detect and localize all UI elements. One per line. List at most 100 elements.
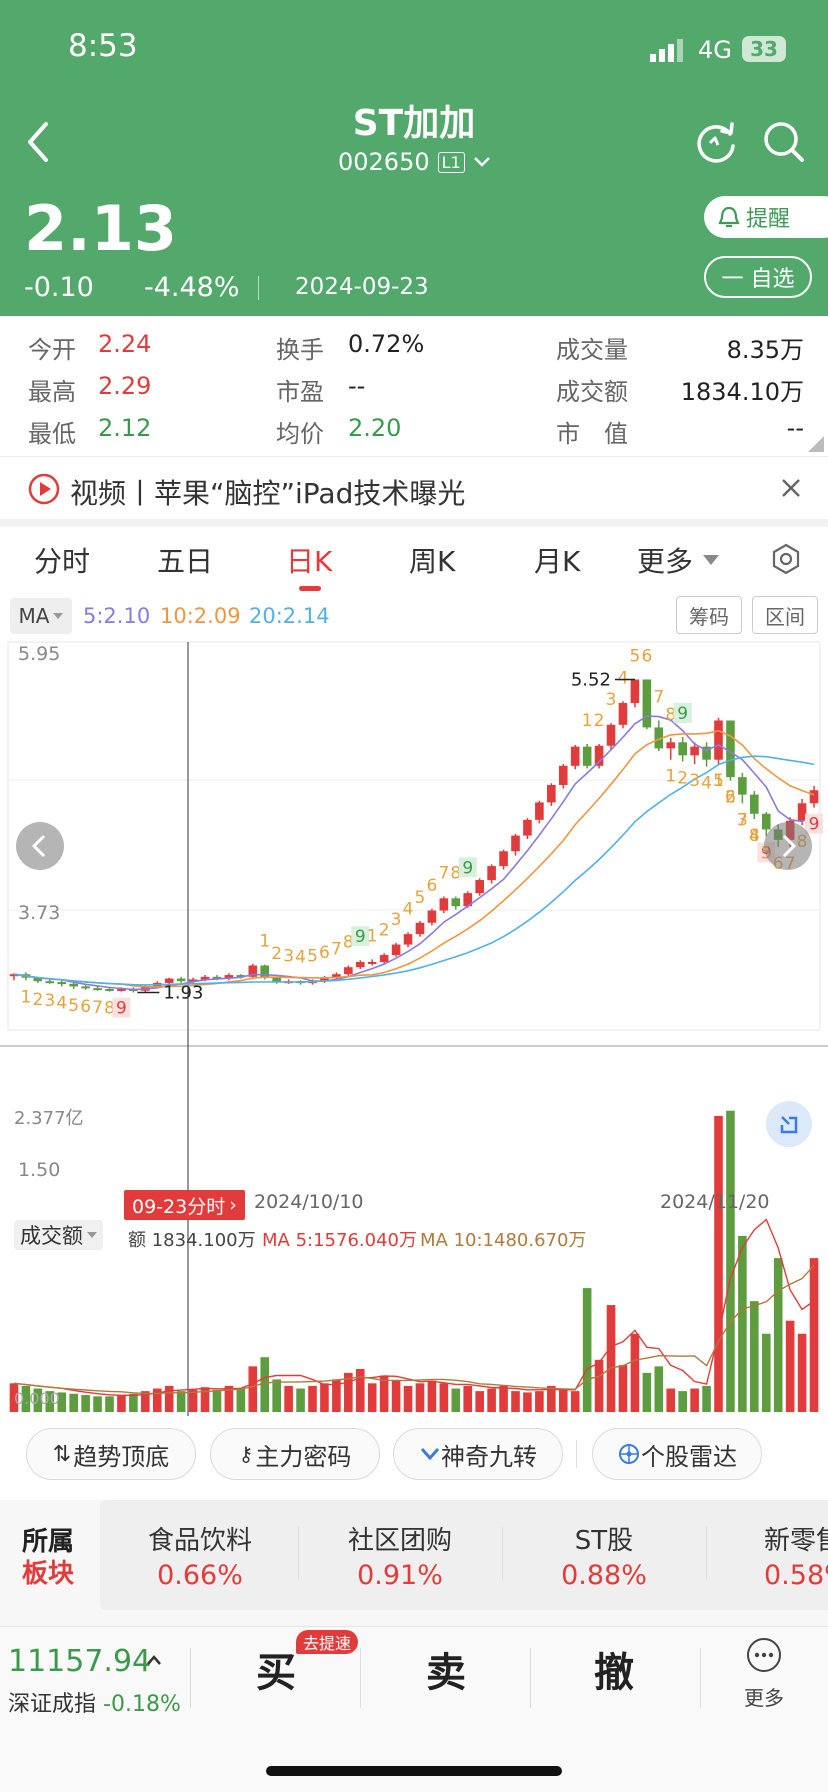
tab-monthly-k[interactable]: 月K	[534, 540, 580, 580]
divider	[706, 1527, 707, 1579]
volume-bar	[487, 1388, 496, 1412]
candle-body	[714, 720, 723, 760]
volume-bar	[176, 1391, 186, 1412]
cursor-date-label: 09-23分时	[132, 1195, 226, 1218]
volume-bar	[248, 1366, 258, 1412]
y-tick-label: 1.50	[18, 1159, 60, 1181]
tab-more-label: 更多	[637, 545, 694, 578]
news-banner[interactable]: 视频丨苹果“脑控”iPad技术曝光	[0, 457, 828, 519]
volume-bar	[129, 1393, 138, 1412]
network-type: 4G	[698, 36, 732, 64]
sector-pct: 0.58%	[764, 1560, 828, 1591]
volume-bar	[738, 1235, 747, 1412]
turnover-value: 0.72%	[348, 330, 425, 358]
mcap-value: --	[786, 414, 804, 442]
avg-label: 均价	[276, 420, 324, 448]
settings-icon[interactable]	[770, 543, 802, 575]
triangle-down-icon	[703, 555, 720, 565]
main-force-code-button[interactable]: ⚷ 主力密码	[210, 1428, 380, 1480]
volume-bar	[785, 1320, 795, 1412]
volume-bar	[761, 1333, 771, 1412]
nine-turn-label: 3	[737, 810, 748, 830]
tab-weekly-k[interactable]: 周K	[409, 540, 455, 580]
candle-body	[105, 989, 114, 992]
nine-turn-label: 6	[319, 943, 330, 963]
nine-turn-label: 4	[749, 826, 760, 846]
trend-top-bottom-button[interactable]: ⇅ 趋势顶底	[26, 1428, 196, 1480]
candle-body	[547, 784, 556, 803]
search-icon[interactable]	[762, 120, 806, 164]
volume-bar	[714, 1115, 723, 1412]
sector-item-st[interactable]: ST股 0.88%	[504, 1500, 704, 1610]
volume-bar	[797, 1333, 807, 1412]
chevron-right-icon	[782, 834, 797, 858]
nine-turn-label: 5	[629, 646, 640, 666]
stock-radar-button[interactable]: 个股雷达	[592, 1428, 762, 1480]
chart-next-button[interactable]	[764, 822, 812, 870]
divider	[700, 1648, 701, 1708]
volume-bar	[260, 1357, 270, 1412]
index-ticker[interactable]: 11157.94 深证成指 -0.18%	[8, 1640, 188, 1720]
level-badge: L1	[437, 151, 465, 173]
candle-body	[630, 679, 640, 704]
chart-prev-button[interactable]	[16, 822, 64, 870]
pe-value: --	[348, 372, 366, 400]
kline-chart[interactable]: 1 2 3 4 5 6 7 8 912 3 4 5 6 7 8 9 1 234567 8 91 2345 678 91 2 3 4…	[0, 590, 828, 1416]
mcap-label: 市 值	[556, 420, 628, 448]
nine-turn-label: 3	[44, 991, 55, 1011]
y-tick-label: 3.73	[18, 902, 60, 924]
candle-body	[726, 720, 735, 778]
candle-body	[439, 898, 449, 911]
current-price: 2.13	[24, 192, 177, 265]
magic-nine-button[interactable]: 神奇九转	[393, 1428, 563, 1480]
volume-bar	[93, 1396, 102, 1412]
nine-turn-label: 2	[379, 920, 390, 940]
more-button[interactable]: 更多	[724, 1636, 804, 1716]
stock-code-selector[interactable]: 002650 L1	[338, 148, 491, 176]
nine-turn-label: 7	[438, 864, 449, 884]
nine-turn-label: 1	[582, 711, 593, 731]
low-value: 2.12	[98, 414, 152, 442]
sector-item-new-retail[interactable]: 新零售 0.58%	[708, 1500, 828, 1610]
tab-more[interactable]: 更多	[637, 540, 720, 580]
nine-turn-label: 4	[403, 899, 414, 919]
alarm-icon	[718, 206, 740, 228]
refresh-icon[interactable]	[694, 120, 738, 164]
triangle-down-icon	[87, 1232, 97, 1238]
candle-body	[582, 746, 592, 766]
low-label: 最低	[28, 420, 76, 448]
sell-button[interactable]: 卖	[386, 1640, 506, 1698]
volume-bar	[594, 1359, 604, 1412]
volume-bar	[666, 1388, 676, 1412]
chevron-left-icon	[31, 834, 46, 858]
volume-bar	[642, 1372, 652, 1412]
tab-intraday[interactable]: 分时	[34, 540, 90, 580]
nine-turn-label: 6	[426, 876, 437, 896]
volume-bar	[618, 1365, 628, 1412]
nine-turn-label: 3	[283, 946, 294, 966]
fullscreen-button[interactable]	[766, 1101, 812, 1147]
cursor-date-tag[interactable]: 09-23分时 ›	[124, 1190, 245, 1220]
more-dots-icon	[747, 1638, 781, 1672]
high-label: 最高	[28, 378, 76, 406]
volume-indicator-selector[interactable]: 成交额	[14, 1220, 103, 1250]
tool-label: 个股雷达	[641, 1442, 737, 1471]
tab-five-day[interactable]: 五日	[157, 540, 213, 580]
close-icon[interactable]	[780, 477, 802, 499]
tab-daily-k[interactable]: 日K	[286, 540, 332, 580]
add-watchlist-button[interactable]: 一 自选	[704, 256, 812, 298]
candle-body	[403, 934, 413, 945]
candle-body	[487, 866, 496, 881]
x-tick-label: 2024/10/10	[254, 1191, 364, 1213]
volume-bar	[475, 1391, 484, 1412]
sector-item-group-buy[interactable]: 社区团购 0.91%	[300, 1500, 500, 1610]
remind-button[interactable]: 提醒	[704, 196, 828, 238]
nine-turn-label: 9	[116, 999, 127, 1019]
candle-body	[642, 679, 652, 728]
sector-item-food[interactable]: 食品饮料 0.66%	[100, 1500, 300, 1610]
expand-corner-icon[interactable]	[808, 436, 824, 452]
price-change-pct: -4.48%	[144, 272, 240, 303]
candle-body	[523, 819, 532, 836]
speedup-badge[interactable]: 去提速	[296, 1630, 359, 1654]
cancel-order-button[interactable]: 撤	[554, 1640, 674, 1698]
